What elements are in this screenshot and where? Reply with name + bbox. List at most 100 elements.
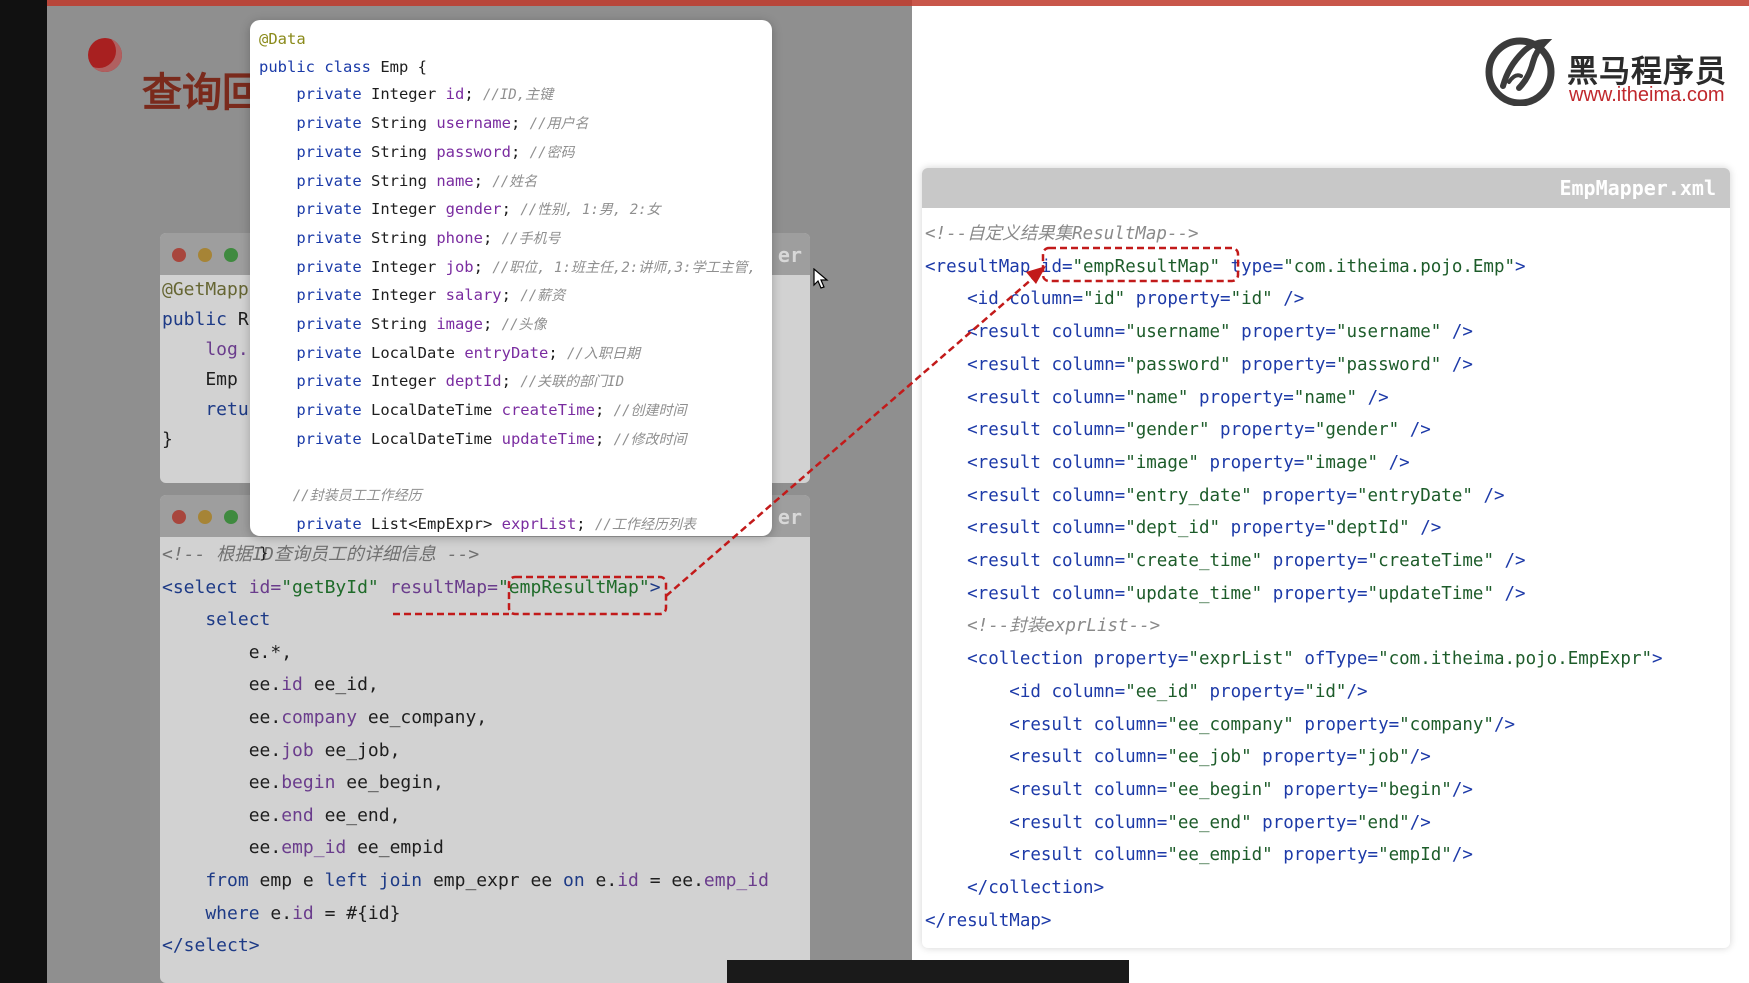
code-token: ofType= — [1304, 649, 1379, 670]
code-token: ee. — [162, 674, 282, 696]
code-token: salary — [445, 286, 502, 305]
code-token: property= — [1262, 747, 1357, 768]
code-token: job — [281, 739, 314, 761]
code-token: private — [259, 228, 371, 247]
brand-url[interactable]: www.itheima.com — [1569, 84, 1725, 107]
code-token: column= — [1051, 322, 1126, 343]
code-token: } — [162, 429, 173, 450]
code-token: column= — [1093, 747, 1168, 768]
code-token: company — [281, 706, 358, 728]
code-token: column= — [1009, 289, 1084, 310]
code-token: private — [259, 200, 371, 219]
code-token: <result — [925, 485, 1052, 506]
code-line: } — [259, 540, 756, 568]
code-token: /> — [1504, 551, 1526, 572]
code-token: private — [259, 514, 371, 533]
code-token: "empResultMap" — [497, 576, 650, 598]
code-line: retu — [162, 395, 248, 425]
code-token: @GetMapp — [162, 279, 249, 300]
code-token: property= — [1262, 812, 1357, 833]
window-title: er — [777, 243, 802, 267]
code-token: column= — [1051, 485, 1126, 506]
sql-code-window: er <!-- 根据ID查询员工的详细信息 --> <select id="get… — [160, 495, 810, 983]
code-token: ; — [501, 200, 521, 219]
code-token: "ee_id" — [1125, 681, 1210, 702]
code-token: column= — [1051, 551, 1126, 572]
code-token: //创建时间 — [613, 403, 687, 420]
code-token: <!--自定义结果集ResultMap--> — [925, 224, 1199, 244]
code-line: <result column="ee_job" property="job"/> — [925, 741, 1663, 774]
code-token: Integer — [370, 257, 446, 276]
code-line: ee.id ee_id, — [162, 669, 769, 702]
code-token: ; — [594, 401, 614, 420]
code-token: emp_expr ee — [432, 869, 563, 891]
code-token: //工作经历列表 — [594, 516, 696, 533]
code-token: String — [370, 228, 437, 247]
code-token: e.*, — [162, 641, 293, 663]
code-line: public class Emp { — [259, 54, 756, 82]
code-token: //薪资 — [520, 288, 566, 305]
minimize-dot-icon[interactable] — [198, 510, 212, 524]
code-token: image — [436, 315, 483, 334]
code-token: column= — [1051, 387, 1126, 408]
code-token: } — [259, 543, 269, 562]
code-token: e. — [270, 902, 293, 924]
code-token: e. — [595, 869, 618, 891]
code-line: </resultMap> — [925, 905, 1663, 938]
code-line: Emp — [162, 365, 249, 395]
code-token: select — [162, 609, 271, 631]
code-token: String — [370, 114, 437, 133]
code-token: <result — [925, 452, 1052, 473]
code-token: Integer — [370, 372, 446, 391]
code-token: exprList — [501, 514, 577, 533]
code-token: /> — [1504, 583, 1526, 604]
close-dot-icon[interactable] — [172, 510, 186, 524]
code-token: //姓名 — [492, 173, 538, 190]
code-token: password — [436, 142, 511, 161]
code-token: <result — [925, 387, 1052, 408]
code-token: property= — [1209, 452, 1305, 473]
code-token: property= — [1272, 551, 1368, 572]
maximize-dot-icon[interactable] — [224, 510, 238, 524]
code-token: ; — [576, 514, 595, 533]
mapper-code: @GetMapp public R log. Emp retu} — [162, 275, 249, 455]
code-token: ee_id, — [302, 674, 379, 696]
code-token: /> — [1367, 387, 1389, 408]
code-line: private LocalDate entryDate; //入职日期 — [259, 340, 756, 369]
window-title: er — [777, 505, 802, 529]
code-line: ee.end ee_end, — [162, 800, 769, 833]
code-line: private List<EmpExpr> exprList; //工作经历列表 — [259, 511, 756, 540]
code-token: /> — [1493, 714, 1516, 735]
code-token: "createTime" — [1367, 551, 1505, 572]
code-line: <result column="update_time" property="u… — [925, 578, 1663, 611]
code-token: <result — [925, 518, 1052, 539]
code-token: property= — [1198, 387, 1294, 408]
code-line: <result column="gender" property="gender… — [925, 414, 1663, 447]
code-line: <!--自定义结果集ResultMap--> — [925, 218, 1663, 251]
code-token: ee_begin, — [335, 772, 444, 794]
close-dot-icon[interactable] — [172, 248, 186, 262]
code-line: <result column="password" property="pass… — [925, 349, 1663, 382]
code-token: public — [162, 309, 238, 330]
code-token: "create_time" — [1125, 551, 1273, 572]
code-token: </collection> — [925, 878, 1105, 899]
code-token: "name" — [1125, 387, 1199, 408]
code-token: property= — [1209, 681, 1305, 702]
code-token: entryDate — [464, 343, 549, 362]
code-token: List<EmpExpr> — [370, 514, 502, 533]
code-token: <result — [925, 714, 1094, 735]
code-token: Integer — [370, 200, 446, 219]
code-token: property= — [1241, 354, 1336, 375]
code-line: <result column="dept_id" property="deptI… — [925, 512, 1663, 545]
code-token: job — [445, 257, 474, 276]
maximize-dot-icon[interactable] — [224, 248, 238, 262]
code-token: /> — [1409, 747, 1431, 768]
code-token: "exprList" — [1188, 649, 1305, 670]
slide-heading: 查询回显 — [142, 70, 252, 116]
code-token: username — [436, 114, 511, 133]
code-token: ee_company, — [357, 706, 488, 728]
code-token: emp e — [259, 869, 325, 891]
minimize-dot-icon[interactable] — [198, 248, 212, 262]
code-token: ee_empid — [346, 837, 444, 859]
code-token: <result — [925, 845, 1094, 866]
